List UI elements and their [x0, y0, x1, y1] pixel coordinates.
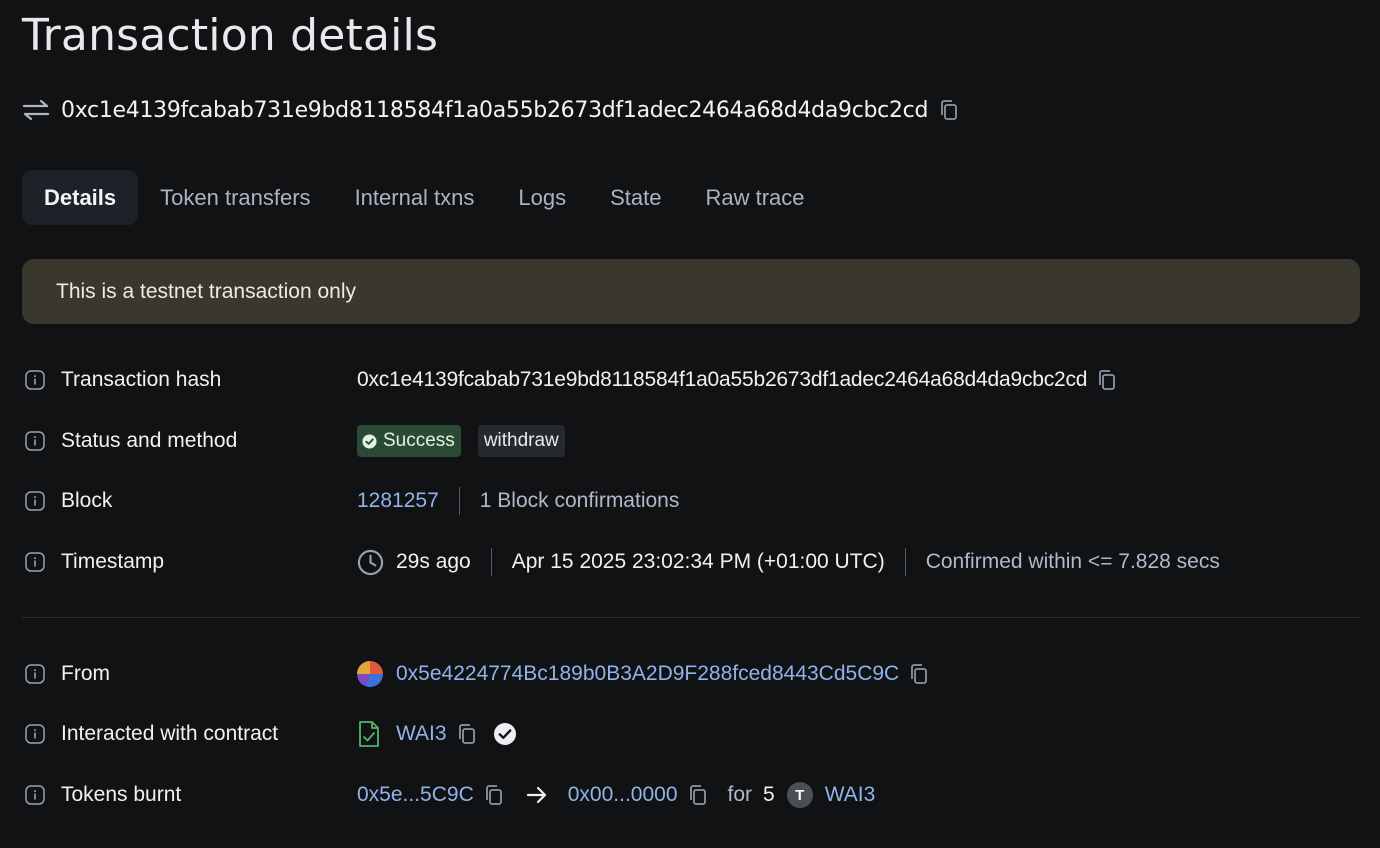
label-status-method: Status and method — [61, 429, 238, 452]
contract-file-icon — [359, 721, 379, 747]
transfer-arrows-icon — [22, 99, 50, 121]
label-tokens-burnt: Tokens burnt — [61, 783, 182, 806]
burnt-amount: 5 — [763, 783, 775, 806]
clock-icon — [357, 549, 384, 575]
label-contract: Interacted with contract — [61, 722, 279, 745]
separator — [904, 548, 906, 576]
copy-icon[interactable] — [909, 663, 929, 685]
burnt-to-link[interactable]: 0x00...0000 — [568, 783, 678, 807]
row-status-method: Status and method Success withdraw — [22, 421, 1360, 461]
confirmation-time: Confirmed within <= 7.828 secs — [925, 550, 1220, 573]
from-address-link[interactable]: 0x5e4224774Bc189b0B3A2D9F288fced8443Cd5C… — [396, 662, 899, 686]
info-icon[interactable] — [25, 785, 45, 805]
tx-hash-header-text: 0xc1e4139fcabab731e9bd8118584f1a0a55b267… — [61, 97, 929, 123]
copy-icon[interactable] — [939, 99, 959, 121]
label-from: From — [61, 662, 110, 685]
status-badge: Success — [357, 425, 461, 457]
row-block: Block 1281257 1 Block confirmations — [22, 481, 1360, 521]
block-confirmations: 1 Block confirmations — [479, 489, 680, 512]
info-icon[interactable] — [25, 491, 45, 511]
copy-icon[interactable] — [484, 784, 504, 806]
tab-raw-trace[interactable]: Raw trace — [684, 170, 827, 225]
token-icon: T — [786, 782, 813, 808]
section-divider — [22, 617, 1360, 618]
row-transaction-hash: Transaction hash 0xc1e4139fcabab731e9bd8… — [22, 360, 1360, 400]
label-block: Block — [61, 489, 113, 512]
info-icon[interactable] — [25, 664, 45, 684]
row-timestamp: Timestamp 29s ago Apr 15 2025 23:02:34 P… — [22, 542, 1360, 582]
timestamp-age: 29s ago — [396, 550, 471, 573]
info-icon[interactable] — [25, 431, 45, 451]
status-text: Success — [383, 430, 455, 451]
testnet-banner: This is a testnet transaction only — [22, 259, 1360, 324]
tx-hash-header: 0xc1e4139fcabab731e9bd8118584f1a0a55b267… — [22, 92, 959, 128]
tab-state[interactable]: State — [588, 170, 683, 225]
info-icon[interactable] — [25, 552, 45, 572]
copy-icon[interactable] — [1097, 369, 1117, 391]
contract-name-link[interactable]: WAI3 — [396, 722, 447, 746]
avatar — [357, 661, 383, 687]
label-transaction-hash: Transaction hash — [61, 368, 222, 391]
token-name-link[interactable]: WAI3 — [825, 783, 876, 807]
block-number-link[interactable]: 1281257 — [357, 489, 439, 513]
tab-details[interactable]: Details — [22, 170, 139, 225]
tab-logs[interactable]: Logs — [496, 170, 588, 225]
row-from: From 0x5e4224774Bc189b0B3A2D9F288fced844… — [22, 654, 1360, 694]
verified-check-icon — [493, 723, 516, 745]
transaction-hash-value: 0xc1e4139fcabab731e9bd8118584f1a0a55b267… — [357, 368, 1088, 391]
burnt-for-text: for — [727, 783, 753, 806]
tab-internal-txns[interactable]: Internal txns — [333, 170, 497, 225]
info-icon[interactable] — [25, 370, 45, 390]
timestamp-datetime: Apr 15 2025 23:02:34 PM (+01:00 UTC) — [511, 550, 885, 573]
tab-token-transfers[interactable]: Token transfers — [138, 170, 332, 225]
row-tokens-burnt: Tokens burnt 0x5e...5C9C 0x00...0000 for… — [22, 775, 1360, 815]
tab-bar: Details Token transfers Internal txns Lo… — [22, 170, 827, 225]
method-badge: withdraw — [477, 425, 565, 457]
copy-icon[interactable] — [457, 723, 477, 745]
label-timestamp: Timestamp — [61, 550, 165, 573]
separator — [490, 548, 492, 576]
page-title: Transaction details — [22, 10, 439, 61]
copy-icon[interactable] — [688, 784, 708, 806]
check-circle-icon — [362, 433, 377, 449]
info-icon[interactable] — [25, 724, 45, 744]
row-contract: Interacted with contract WAI3 — [22, 714, 1360, 754]
arrow-right-icon — [526, 786, 546, 804]
burnt-from-link[interactable]: 0x5e...5C9C — [357, 783, 474, 807]
separator — [458, 487, 460, 515]
